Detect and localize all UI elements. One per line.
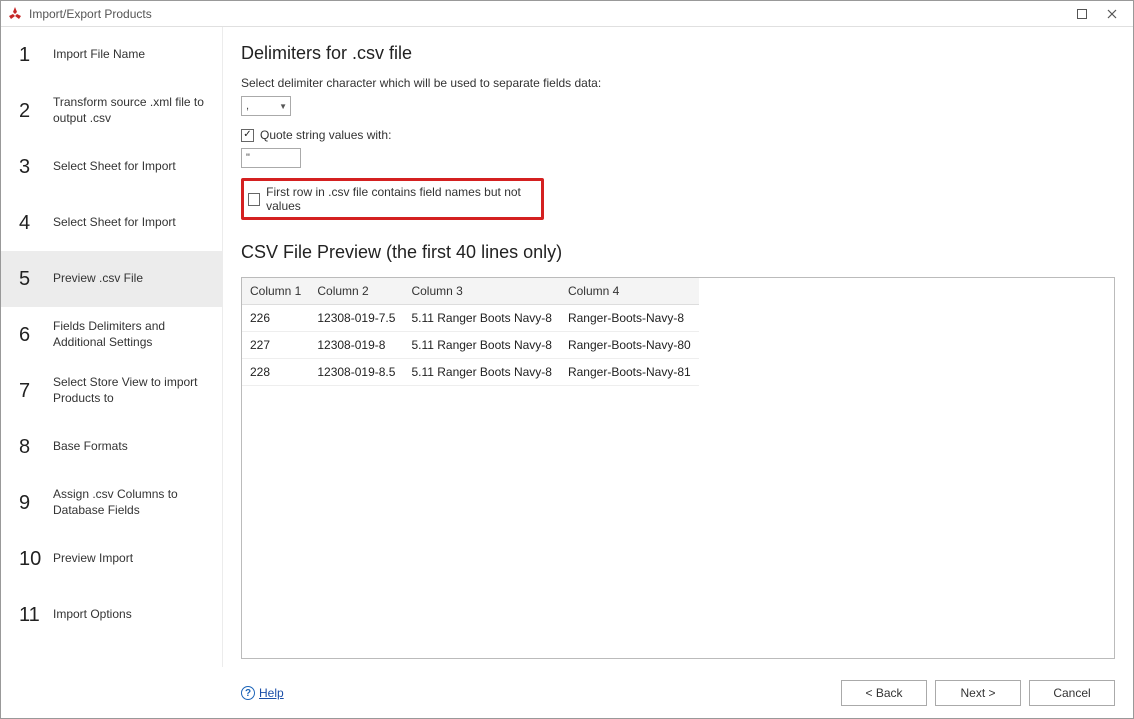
wizard-content: Delimiters for .csv file Select delimite… — [223, 27, 1133, 667]
table-cell: 5.11 Ranger Boots Navy-8 — [403, 359, 560, 386]
wizard-footer: ? Help < Back Next > Cancel — [1, 667, 1133, 719]
table-row[interactable]: 22612308-019-7.55.11 Ranger Boots Navy-8… — [242, 305, 699, 332]
wizard-step-number: 8 — [19, 436, 41, 459]
table-cell: Ranger-Boots-Navy-81 — [560, 359, 699, 386]
table-header[interactable]: Column 4 — [560, 278, 699, 305]
table-cell: 226 — [242, 305, 309, 332]
wizard-step-number: 11 — [19, 604, 41, 627]
wizard-step-label: Preview Import — [53, 551, 133, 567]
table-cell: 12308-019-7.5 — [309, 305, 403, 332]
quote-checkbox-row: ✓ Quote string values with: — [241, 128, 1115, 142]
firstrow-checkbox[interactable] — [248, 193, 260, 206]
maximize-button[interactable] — [1067, 4, 1097, 24]
table-cell: 5.11 Ranger Boots Navy-8 — [403, 305, 560, 332]
wizard-step-1[interactable]: 1 Import File Name — [1, 27, 222, 83]
delimiter-select[interactable]: , ▼ — [241, 96, 291, 116]
app-icon — [7, 6, 23, 22]
cancel-button[interactable]: Cancel — [1029, 680, 1115, 706]
firstrow-highlight: First row in .csv file contains field na… — [241, 178, 544, 220]
wizard-step-number: 4 — [19, 212, 41, 235]
delimiter-subtext: Select delimiter character which will be… — [241, 76, 1115, 90]
preview-heading: CSV File Preview (the first 40 lines onl… — [241, 242, 1115, 263]
table-cell: 12308-019-8 — [309, 332, 403, 359]
quote-checkbox-label: Quote string values with: — [260, 128, 391, 142]
wizard-step-4[interactable]: 4 Select Sheet for Import — [1, 195, 222, 251]
help-icon: ? — [241, 686, 255, 700]
wizard-step-3[interactable]: 3 Select Sheet for Import — [1, 139, 222, 195]
table-header[interactable]: Column 3 — [403, 278, 560, 305]
wizard-step-number: 6 — [19, 324, 41, 347]
window-title: Import/Export Products — [29, 7, 152, 21]
wizard-step-number: 1 — [19, 44, 41, 67]
wizard-step-number: 5 — [19, 268, 41, 291]
help-link-label: Help — [259, 686, 284, 700]
wizard-step-number: 9 — [19, 492, 41, 515]
wizard-step-9[interactable]: 9 Assign .csv Columns to Database Fields — [1, 475, 222, 531]
wizard-step-8[interactable]: 8 Base Formats — [1, 419, 222, 475]
wizard-step-label: Select Sheet for Import — [53, 215, 176, 231]
quote-input-value: " — [246, 152, 250, 164]
table-cell: Ranger-Boots-Navy-8 — [560, 305, 699, 332]
table-cell: 5.11 Ranger Boots Navy-8 — [403, 332, 560, 359]
back-button[interactable]: < Back — [841, 680, 927, 706]
wizard-step-label: Fields Delimiters and Additional Setting… — [53, 319, 208, 350]
firstrow-checkbox-label: First row in .csv file contains field na… — [266, 185, 535, 213]
wizard-step-10[interactable]: 10 Preview Import — [1, 531, 222, 587]
wizard-step-label: Import Options — [53, 607, 132, 623]
close-button[interactable] — [1097, 4, 1127, 24]
wizard-step-number: 10 — [19, 548, 41, 571]
delimiters-heading: Delimiters for .csv file — [241, 43, 1115, 64]
chevron-down-icon: ▼ — [279, 102, 287, 111]
titlebar: Import/Export Products — [1, 1, 1133, 27]
table-cell: 227 — [242, 332, 309, 359]
wizard-step-11[interactable]: 11 Import Options — [1, 587, 222, 643]
wizard-step-label: Select Store View to import Products to — [53, 375, 208, 406]
wizard-step-6[interactable]: 6 Fields Delimiters and Additional Settin… — [1, 307, 222, 363]
wizard-step-number: 3 — [19, 156, 41, 179]
wizard-step-number: 7 — [19, 380, 41, 403]
wizard-step-5[interactable]: 5 Preview .csv File — [1, 251, 222, 307]
table-cell: 228 — [242, 359, 309, 386]
wizard-step-number: 2 — [19, 100, 41, 123]
table-cell: Ranger-Boots-Navy-80 — [560, 332, 699, 359]
preview-table: Column 1Column 2Column 3Column 4 2261230… — [242, 278, 699, 386]
wizard-step-label: Base Formats — [53, 439, 128, 455]
wizard-step-label: Import File Name — [53, 47, 145, 63]
wizard-step-label: Transform source .xml file to output .cs… — [53, 95, 208, 126]
table-cell: 12308-019-8.5 — [309, 359, 403, 386]
next-button[interactable]: Next > — [935, 680, 1021, 706]
table-row[interactable]: 22712308-019-85.11 Ranger Boots Navy-8Ra… — [242, 332, 699, 359]
table-header[interactable]: Column 1 — [242, 278, 309, 305]
preview-box[interactable]: Column 1Column 2Column 3Column 4 2261230… — [241, 277, 1115, 659]
table-header[interactable]: Column 2 — [309, 278, 403, 305]
wizard-step-label: Preview .csv File — [53, 271, 143, 287]
wizard-step-label: Select Sheet for Import — [53, 159, 176, 175]
wizard-sidebar: 1 Import File Name 2 Transform source .xml … — [1, 27, 223, 667]
delimiter-select-value: , — [246, 100, 249, 112]
quote-input[interactable]: " — [241, 148, 301, 168]
help-link[interactable]: ? Help — [241, 686, 284, 700]
wizard-step-label: Assign .csv Columns to Database Fields — [53, 487, 208, 518]
wizard-step-7[interactable]: 7 Select Store View to import Products to — [1, 363, 222, 419]
quote-checkbox[interactable]: ✓ — [241, 129, 254, 142]
table-row[interactable]: 22812308-019-8.55.11 Ranger Boots Navy-8… — [242, 359, 699, 386]
wizard-step-2[interactable]: 2 Transform source .xml file to output .c… — [1, 83, 222, 139]
